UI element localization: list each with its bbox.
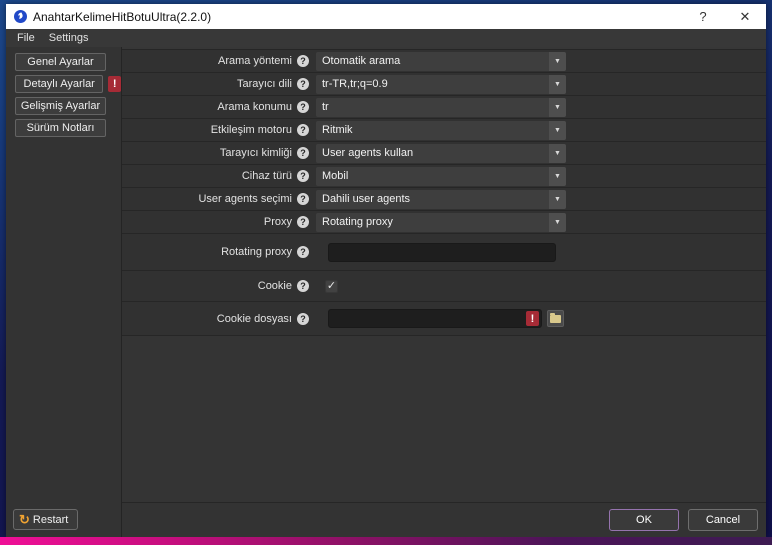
main-panel: Arama yöntemi ? Otomatik arama ▼ Tarayıc… xyxy=(122,47,766,537)
sidebar-row: Gelişmiş Ayarlar xyxy=(15,97,121,115)
help-icon[interactable]: ? xyxy=(297,55,309,67)
field-label: Cookie dosyası xyxy=(122,313,292,325)
field-label: Cihaz türü xyxy=(122,170,292,182)
dropdown-value: Otomatik arama xyxy=(322,55,400,67)
form-row-cookie-dosyasi: Cookie dosyası ? ! xyxy=(122,302,766,336)
field-label: Rotating proxy xyxy=(122,246,292,258)
chevron-down-icon: ▼ xyxy=(549,121,566,140)
dropdown-value: tr-TR,tr;q=0.9 xyxy=(322,78,388,90)
chevron-down-icon: ▼ xyxy=(549,144,566,163)
cookie-checkbox[interactable]: ✓ xyxy=(325,280,338,293)
form-row-cookie: Cookie ? ✓ xyxy=(122,271,766,302)
sidebar: Genel Ayarlar Detaylı Ayarlar ! Gelişmiş… xyxy=(6,47,122,537)
sidebar-item-gelismis-ayarlar[interactable]: Gelişmiş Ayarlar xyxy=(15,97,106,115)
chevron-down-icon: ▼ xyxy=(549,213,566,232)
sidebar-item-surum-notlari[interactable]: Sürüm Notları xyxy=(15,119,106,137)
field-label: Tarayıcı kimliği xyxy=(122,147,292,159)
chevron-down-icon: ▼ xyxy=(549,52,566,71)
field-label: Arama yöntemi xyxy=(122,55,292,67)
chevron-down-icon: ▼ xyxy=(549,98,566,117)
menu-file[interactable]: File xyxy=(10,29,42,47)
form-row-proxy: Proxy ? Rotating proxy ▼ xyxy=(122,211,766,234)
chevron-down-icon: ▼ xyxy=(549,75,566,94)
help-icon[interactable]: ? xyxy=(297,246,309,258)
form-row-tarayici-dili: Tarayıcı dili ? tr-TR,tr;q=0.9 ▼ xyxy=(122,73,766,96)
dropdown-value: Mobil xyxy=(322,170,348,182)
settings-form: Arama yöntemi ? Otomatik arama ▼ Tarayıc… xyxy=(122,47,766,502)
restart-label: Restart xyxy=(33,514,68,526)
app-icon xyxy=(14,10,27,23)
app-window: AnahtarKelimeHitBotuUltra(2.2.0) ? ✕ Fil… xyxy=(6,4,766,537)
sidebar-row: Detaylı Ayarlar ! xyxy=(15,75,121,93)
field-label: Etkileşim motoru xyxy=(122,124,292,136)
help-icon[interactable]: ? xyxy=(297,280,309,292)
dropdown-value: Ritmik xyxy=(322,124,353,136)
field-label: Proxy xyxy=(122,216,292,228)
ok-button[interactable]: OK xyxy=(609,509,679,531)
help-icon[interactable]: ? xyxy=(297,313,309,325)
help-button[interactable]: ? xyxy=(682,4,724,29)
sidebar-item-genel-ayarlar[interactable]: Genel Ayarlar xyxy=(15,53,106,71)
field-label: User agents seçimi xyxy=(122,193,292,205)
etkilesim-motoru-dropdown[interactable]: Ritmik ▼ xyxy=(316,121,566,140)
cancel-button[interactable]: Cancel xyxy=(688,509,758,531)
help-icon[interactable]: ? xyxy=(297,193,309,205)
menu-settings[interactable]: Settings xyxy=(42,29,96,47)
window-title: AnahtarKelimeHitBotuUltra(2.2.0) xyxy=(33,10,211,24)
chevron-down-icon: ▼ xyxy=(549,190,566,209)
help-icon[interactable]: ? xyxy=(297,147,309,159)
close-button[interactable]: ✕ xyxy=(724,4,766,29)
arama-yontemi-dropdown[interactable]: Otomatik arama ▼ xyxy=(316,52,566,71)
error-badge: ! xyxy=(526,311,539,326)
form-row-tarayici-kimligi: Tarayıcı kimliği ? User agents kullan ▼ xyxy=(122,142,766,165)
restart-icon: ↻ xyxy=(19,513,30,526)
cookie-file-input[interactable]: ! xyxy=(328,309,542,328)
help-icon[interactable]: ? xyxy=(297,124,309,136)
rotating-proxy-input[interactable] xyxy=(328,243,556,262)
tarayici-kimligi-dropdown[interactable]: User agents kullan ▼ xyxy=(316,144,566,163)
help-icon[interactable]: ? xyxy=(297,170,309,182)
help-icon[interactable]: ? xyxy=(297,101,309,113)
user-agents-secimi-dropdown[interactable]: Dahili user agents ▼ xyxy=(316,190,566,209)
action-bar: OK Cancel xyxy=(122,502,766,537)
menu-bar: File Settings xyxy=(6,29,766,47)
field-label: Cookie xyxy=(122,280,292,292)
check-icon: ✓ xyxy=(327,281,336,292)
folder-icon xyxy=(550,315,561,323)
dropdown-value: Dahili user agents xyxy=(322,193,410,205)
form-row-arama-yontemi: Arama yöntemi ? Otomatik arama ▼ xyxy=(122,50,766,73)
desktop-background-strip xyxy=(0,537,772,545)
form-row-etkilesim-motoru: Etkileşim motoru ? Ritmik ▼ xyxy=(122,119,766,142)
content-area: Genel Ayarlar Detaylı Ayarlar ! Gelişmiş… xyxy=(6,47,766,537)
title-bar: AnahtarKelimeHitBotuUltra(2.2.0) ? ✕ xyxy=(6,4,766,29)
warning-badge: ! xyxy=(108,76,121,92)
field-label: Arama konumu xyxy=(122,101,292,113)
form-row-arama-konumu: Arama konumu ? tr ▼ xyxy=(122,96,766,119)
form-empty-area xyxy=(122,336,766,502)
form-row-user-agents-secimi: User agents seçimi ? Dahili user agents … xyxy=(122,188,766,211)
chevron-down-icon: ▼ xyxy=(549,167,566,186)
dropdown-value: User agents kullan xyxy=(322,147,413,159)
browse-file-button[interactable] xyxy=(547,310,564,327)
help-icon[interactable]: ? xyxy=(297,216,309,228)
proxy-dropdown[interactable]: Rotating proxy ▼ xyxy=(316,213,566,232)
dropdown-value: tr xyxy=(322,101,329,113)
restart-button[interactable]: ↻ Restart xyxy=(13,509,78,530)
sidebar-row: Genel Ayarlar xyxy=(15,53,121,71)
sidebar-row: Sürüm Notları xyxy=(15,119,121,137)
dropdown-value: Rotating proxy xyxy=(322,216,393,228)
form-row-cihaz-turu: Cihaz türü ? Mobil ▼ xyxy=(122,165,766,188)
cookie-file-group: ! xyxy=(328,309,564,328)
field-label: Tarayıcı dili xyxy=(122,78,292,90)
cihaz-turu-dropdown[interactable]: Mobil ▼ xyxy=(316,167,566,186)
arama-konumu-dropdown[interactable]: tr ▼ xyxy=(316,98,566,117)
form-row-rotating-proxy: Rotating proxy ? xyxy=(122,234,766,271)
help-icon[interactable]: ? xyxy=(297,78,309,90)
sidebar-item-detayli-ayarlar[interactable]: Detaylı Ayarlar xyxy=(15,75,103,93)
tarayici-dili-dropdown[interactable]: tr-TR,tr;q=0.9 ▼ xyxy=(316,75,566,94)
